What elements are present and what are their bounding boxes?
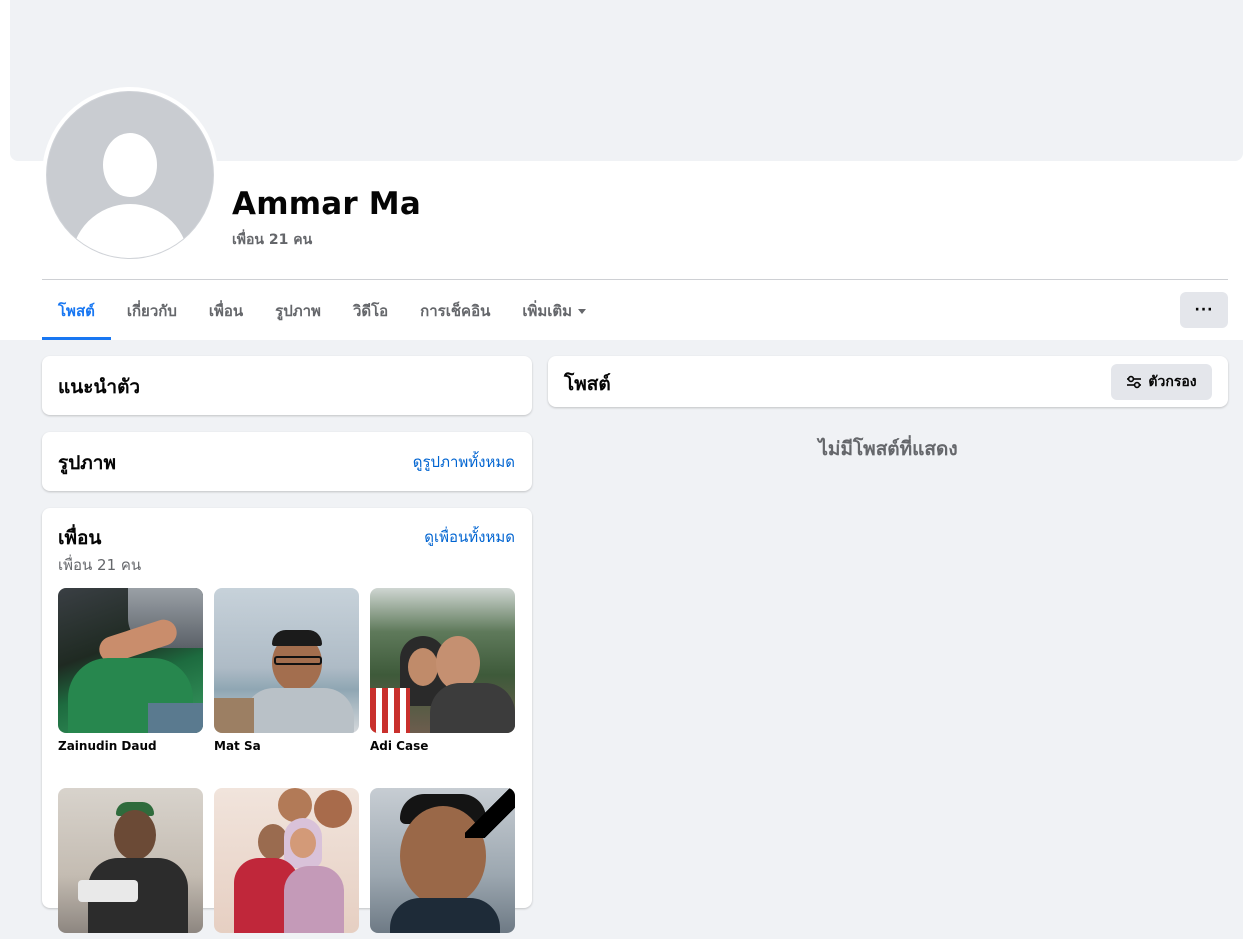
friend-item[interactable] — [214, 788, 359, 939]
friend-photo[interactable] — [370, 788, 515, 933]
intro-title: แนะนำตัว — [58, 376, 141, 398]
friend-name[interactable]: Mat Sa — [214, 739, 359, 753]
friend-item[interactable]: Zainudin Daud — [58, 588, 203, 753]
friend-photo[interactable] — [370, 588, 515, 733]
friend-item[interactable]: Mat Sa — [214, 588, 359, 753]
caret-down-icon — [578, 308, 587, 314]
tab-videos[interactable]: วิดีโอ — [337, 282, 404, 340]
tab-friends[interactable]: เพื่อน — [193, 282, 259, 340]
tab-posts[interactable]: โพสต์ — [42, 282, 111, 340]
friend-photo[interactable] — [58, 788, 203, 933]
friend-photo[interactable] — [214, 588, 359, 733]
profile-picture[interactable] — [42, 87, 218, 263]
friend-photo[interactable] — [58, 588, 203, 733]
friends-card: เพื่อน เพื่อน 21 คน ดูเพื่อนทั้งหมด Zain… — [42, 508, 532, 933]
intro-card: แนะนำตัว — [42, 356, 532, 415]
filter-label: ตัวกรอง — [1148, 374, 1197, 390]
tab-checkins[interactable]: การเช็คอิน — [404, 282, 506, 340]
see-all-friends-link[interactable]: ดูเพื่อนทั้งหมด — [424, 525, 515, 549]
filter-sliders-icon — [1127, 375, 1142, 389]
friend-photo[interactable] — [214, 788, 359, 933]
friend-item[interactable] — [370, 788, 515, 939]
friend-item[interactable] — [58, 788, 203, 939]
friends-count: เพื่อน 21 คน — [58, 556, 142, 574]
filter-button[interactable]: ตัวกรอง — [1111, 364, 1212, 400]
friend-name[interactable]: Adi Case — [370, 739, 515, 753]
header-divider — [42, 279, 1228, 280]
friends-title: เพื่อน — [58, 527, 102, 549]
friend-item[interactable]: Adi Case — [370, 588, 515, 753]
posts-card: โพสต์ ตัวกรอง — [548, 356, 1228, 407]
profile-name: Ammar Ma — [232, 186, 421, 222]
friend-name[interactable]: Zainudin Daud — [58, 739, 203, 753]
default-avatar-icon — [46, 91, 214, 259]
profile-friend-count[interactable]: เพื่อน 21 คน — [232, 229, 312, 251]
see-all-photos-link[interactable]: ดูรูปภาพทั้งหมด — [413, 450, 515, 474]
posts-title: โพสต์ — [564, 373, 611, 395]
tab-about[interactable]: เกี่ยวกับ — [111, 282, 193, 340]
no-posts-message: ไม่มีโพสต์ที่แสดง — [818, 438, 958, 460]
tab-photos[interactable]: รูปภาพ — [259, 282, 337, 340]
profile-tabs: โพสต์ เกี่ยวกับ เพื่อน รูปภาพ วิดีโอ การ… — [42, 282, 602, 340]
photos-title: รูปภาพ — [58, 452, 116, 474]
tab-more[interactable]: เพิ่มเติม — [506, 282, 602, 340]
profile-header: Ammar Ma เพื่อน 21 คน โพสต์ เกี่ยวกับ เพ… — [0, 0, 1243, 340]
more-options-button[interactable]: ··· — [1180, 292, 1228, 328]
photos-card: รูปภาพ ดูรูปภาพทั้งหมด — [42, 432, 532, 491]
